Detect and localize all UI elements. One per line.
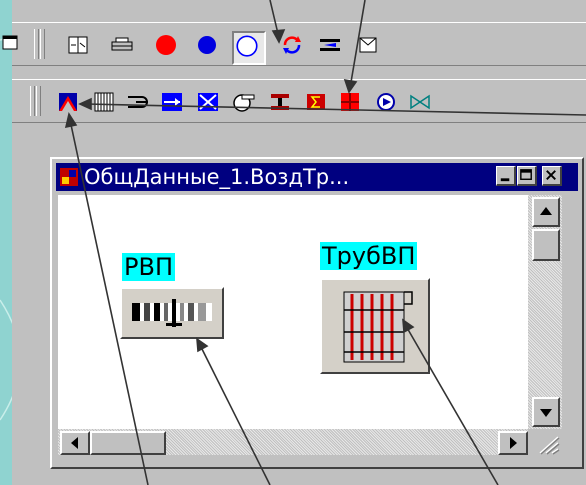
object-label-trubvp: ТрубВП <box>320 242 418 270</box>
tubular-air-heater-icon <box>343 291 413 363</box>
regenerator-icon[interactable] <box>92 90 116 114</box>
blue-circle-icon[interactable] <box>195 33 219 57</box>
scroll-thumb[interactable] <box>532 229 560 261</box>
toolbar-top <box>2 22 586 66</box>
heat-exchanger-icon[interactable] <box>160 90 184 114</box>
sigma-icon[interactable] <box>304 90 328 114</box>
envelope-icon[interactable] <box>356 33 380 57</box>
diagram-canvas[interactable]: РВП ТрубВП <box>58 195 528 429</box>
size-grip-icon <box>539 436 560 455</box>
maximize-icon <box>520 169 532 180</box>
scroll-right-button[interactable] <box>498 431 528 455</box>
minimize-button[interactable] <box>496 166 516 186</box>
window-titlebar[interactable]: ОбщДанные_1.ВоздТр... <box>56 163 578 191</box>
window-title: ОбщДанные_1.ВоздТр... <box>84 165 350 189</box>
tank-icon[interactable] <box>110 33 134 57</box>
gate-valve-icon[interactable] <box>408 90 432 114</box>
heater-block-icon[interactable] <box>338 90 362 114</box>
app-window-icon[interactable] <box>60 168 78 186</box>
arrow-down-icon <box>540 409 552 417</box>
panel-icon[interactable] <box>66 33 90 57</box>
pump-icon[interactable] <box>374 90 398 114</box>
size-grip[interactable] <box>528 429 562 455</box>
toolbar-grip[interactable] <box>34 29 39 59</box>
arrow-right-icon <box>510 437 517 449</box>
toolbar-grip[interactable] <box>40 29 45 59</box>
window-icon[interactable] <box>0 31 24 55</box>
horizontal-scrollbar[interactable] <box>58 429 528 455</box>
scroll-up-button[interactable] <box>532 197 560 227</box>
vertical-scrollbar[interactable] <box>528 195 562 429</box>
minimize-icon <box>500 178 510 182</box>
valve-bar-icon[interactable] <box>318 33 342 57</box>
toolbar-equipment <box>12 79 586 123</box>
close-icon <box>546 170 556 180</box>
regenerative-air-heater-button[interactable] <box>120 287 224 339</box>
toolbar-grip[interactable] <box>30 86 35 116</box>
mixer-icon[interactable] <box>56 90 80 114</box>
fan-icon[interactable] <box>232 90 256 114</box>
tubular-air-heater-button[interactable] <box>320 278 430 374</box>
air-heater-icon[interactable] <box>268 90 292 114</box>
arrow-up-icon <box>540 207 552 215</box>
mixing-exchanger-icon[interactable] <box>196 90 220 114</box>
circle-outline-icon[interactable] <box>232 31 266 65</box>
application-window: ОбщДанные_1.ВоздТр... РВП ТрубВП <box>2 0 586 485</box>
mdi-child-window[interactable]: ОбщДанные_1.ВоздТр... РВП ТрубВП <box>50 157 584 469</box>
close-button[interactable] <box>542 166 562 186</box>
arrow-left-icon <box>71 437 78 449</box>
toolbar-grip[interactable] <box>36 86 41 116</box>
maximize-button[interactable] <box>517 166 537 186</box>
refresh-icon[interactable] <box>280 33 304 57</box>
scroll-left-button[interactable] <box>60 431 90 455</box>
hscroll-thumb[interactable] <box>90 431 166 455</box>
loop-icon[interactable] <box>126 90 150 114</box>
red-circle-icon[interactable] <box>154 33 178 57</box>
scroll-down-button[interactable] <box>532 397 560 427</box>
object-label-rvp: РВП <box>122 253 175 281</box>
regenerative-air-heater-icon <box>132 299 212 327</box>
